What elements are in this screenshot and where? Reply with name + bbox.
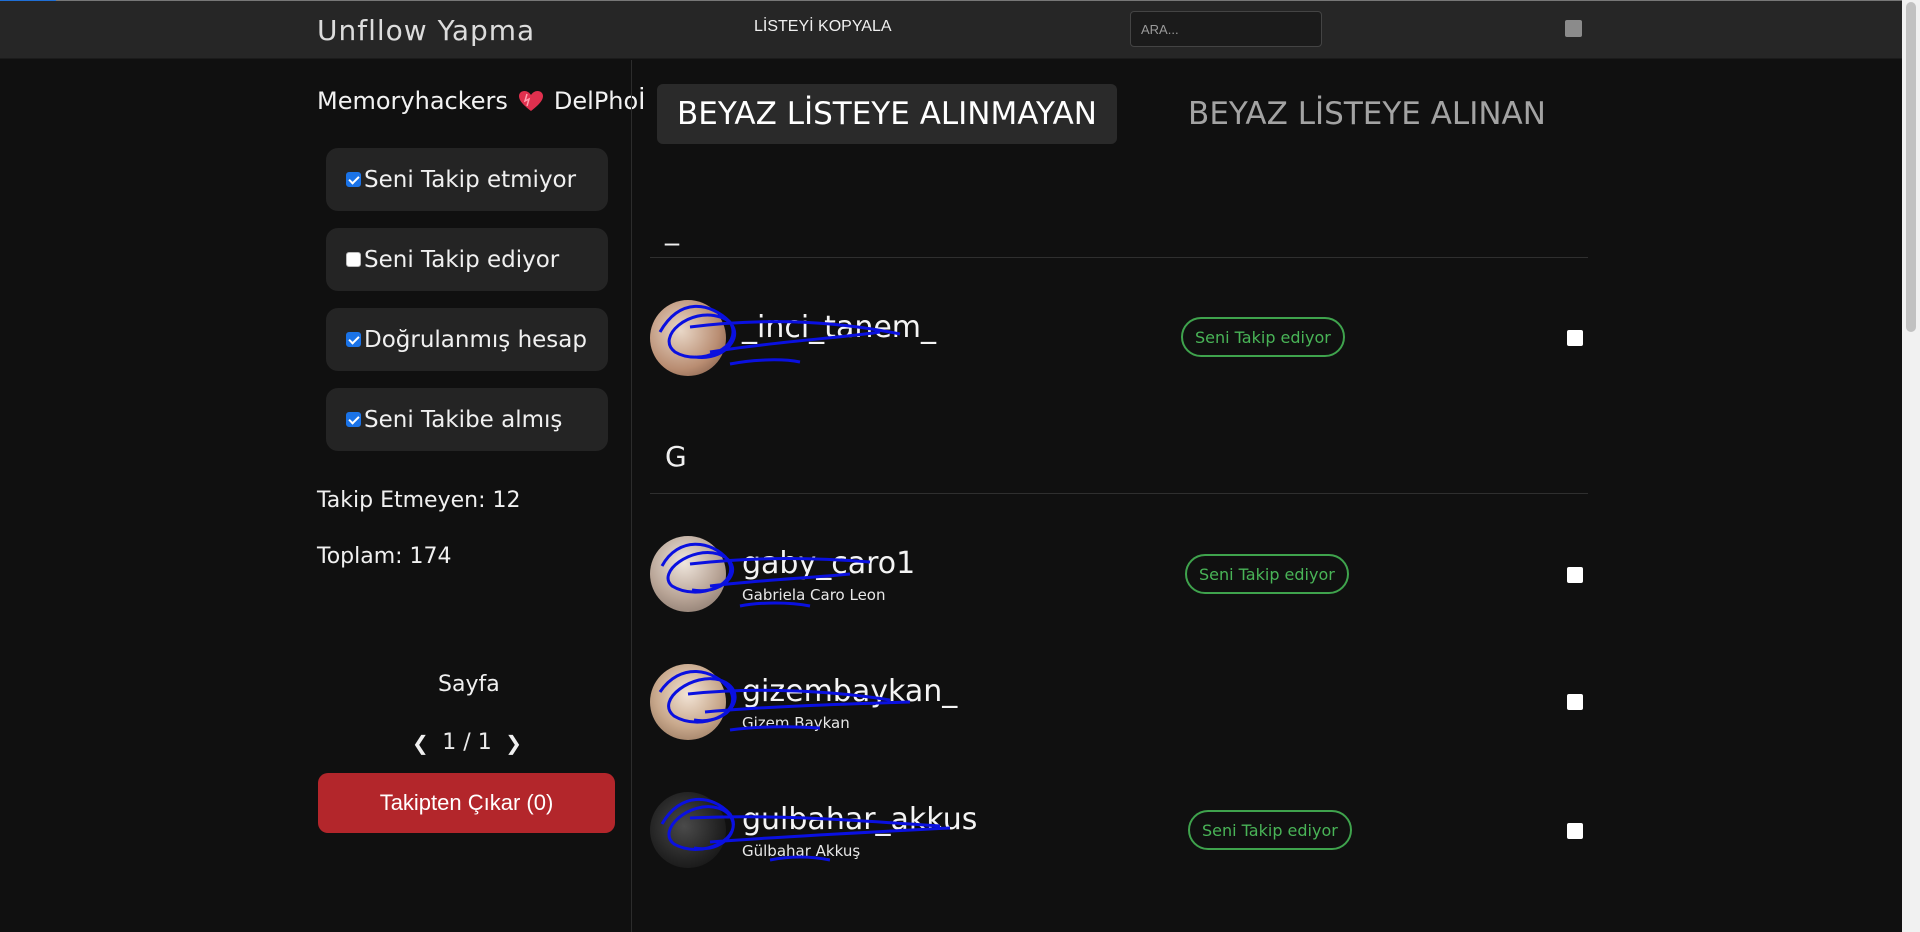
section-divider — [650, 493, 1588, 494]
row-checkbox[interactable] — [1567, 330, 1583, 346]
filter-label: Seni Takibe almış — [364, 406, 563, 433]
filter-verified-account[interactable]: Doğrulanmış hesap — [326, 308, 608, 371]
filter-label: Doğrulanmış hesap — [364, 326, 587, 353]
account-label: Memoryhackers DelPhoİ — [317, 87, 645, 115]
section-letter: G — [665, 440, 687, 473]
redaction-scribble — [658, 304, 901, 366]
top-bar: Unfllow Yapma LİSTEYİ KOPYALA — [0, 1, 1902, 59]
filter-label: Seni Takip etmiyor — [364, 166, 577, 193]
main-content: BEYAZ LİSTEYE ALINMAYAN BEYAZ LİSTEYE AL… — [632, 60, 1902, 932]
filter-label: Seni Takip ediyor — [364, 246, 560, 273]
filter-requested-you[interactable]: Seni Takibe almış — [326, 388, 608, 451]
list-item: gaby_caro1 Gabriela Caro Leon Seni Takip… — [650, 536, 1610, 616]
section-letter: _ — [665, 213, 679, 246]
filter-following-you[interactable]: Seni Takip ediyor — [326, 228, 608, 291]
heart-icon — [518, 91, 543, 111]
list-item: gulbahar_akkus Gülbahar Akkuş Seni Takip… — [650, 792, 1610, 872]
filter-checkbox[interactable] — [346, 252, 361, 267]
total-count: Toplam: 174 — [317, 544, 452, 569]
chevron-left-icon[interactable]: ❮ — [412, 731, 429, 755]
redaction-scribble — [660, 542, 871, 608]
row-checkbox[interactable] — [1567, 567, 1583, 583]
chevron-right-icon[interactable]: ❯ — [505, 731, 522, 755]
status-badge: Seni Takip ediyor — [1181, 317, 1345, 357]
not-following-count: Takip Etmeyen: 12 — [317, 488, 521, 513]
filter-checkbox[interactable] — [346, 172, 361, 187]
search-input[interactable] — [1130, 11, 1322, 47]
row-checkbox[interactable] — [1567, 823, 1583, 839]
page-indicator: 1 / 1 — [442, 730, 492, 755]
app-title: Unfllow Yapma — [317, 14, 536, 47]
status-badge: Seni Takip ediyor — [1185, 554, 1349, 594]
account-label-left: Memoryhackers — [317, 87, 508, 115]
redaction-scribble — [658, 670, 911, 732]
status-badge: Seni Takip ediyor — [1188, 810, 1352, 850]
tab-not-whitelisted[interactable]: BEYAZ LİSTEYE ALINMAYAN — [657, 84, 1117, 144]
copy-list-button[interactable]: LİSTEYİ KOPYALA — [754, 18, 892, 36]
row-checkbox[interactable] — [1567, 694, 1583, 710]
redaction-scribble — [660, 798, 951, 862]
select-all-checkbox[interactable] — [1565, 20, 1582, 37]
list-item: _inci_tanem_ Seni Takip ediyor — [650, 300, 1610, 380]
page-label: Sayfa — [438, 672, 500, 697]
filter-not-following-you[interactable]: Seni Takip etmiyor — [326, 148, 608, 211]
scrollbar-thumb[interactable] — [1906, 2, 1916, 332]
filter-checkbox[interactable] — [346, 412, 361, 427]
pagination: ❮ 1 / 1 ❯ — [412, 730, 522, 755]
section-divider — [650, 257, 1588, 258]
tab-whitelisted[interactable]: BEYAZ LİSTEYE ALINAN — [1162, 84, 1572, 144]
list-item: gizembaykan_ Gizem Baykan — [650, 664, 1610, 744]
unfollow-button[interactable]: Takipten Çıkar (0) — [318, 773, 615, 833]
filter-checkbox[interactable] — [346, 332, 361, 347]
